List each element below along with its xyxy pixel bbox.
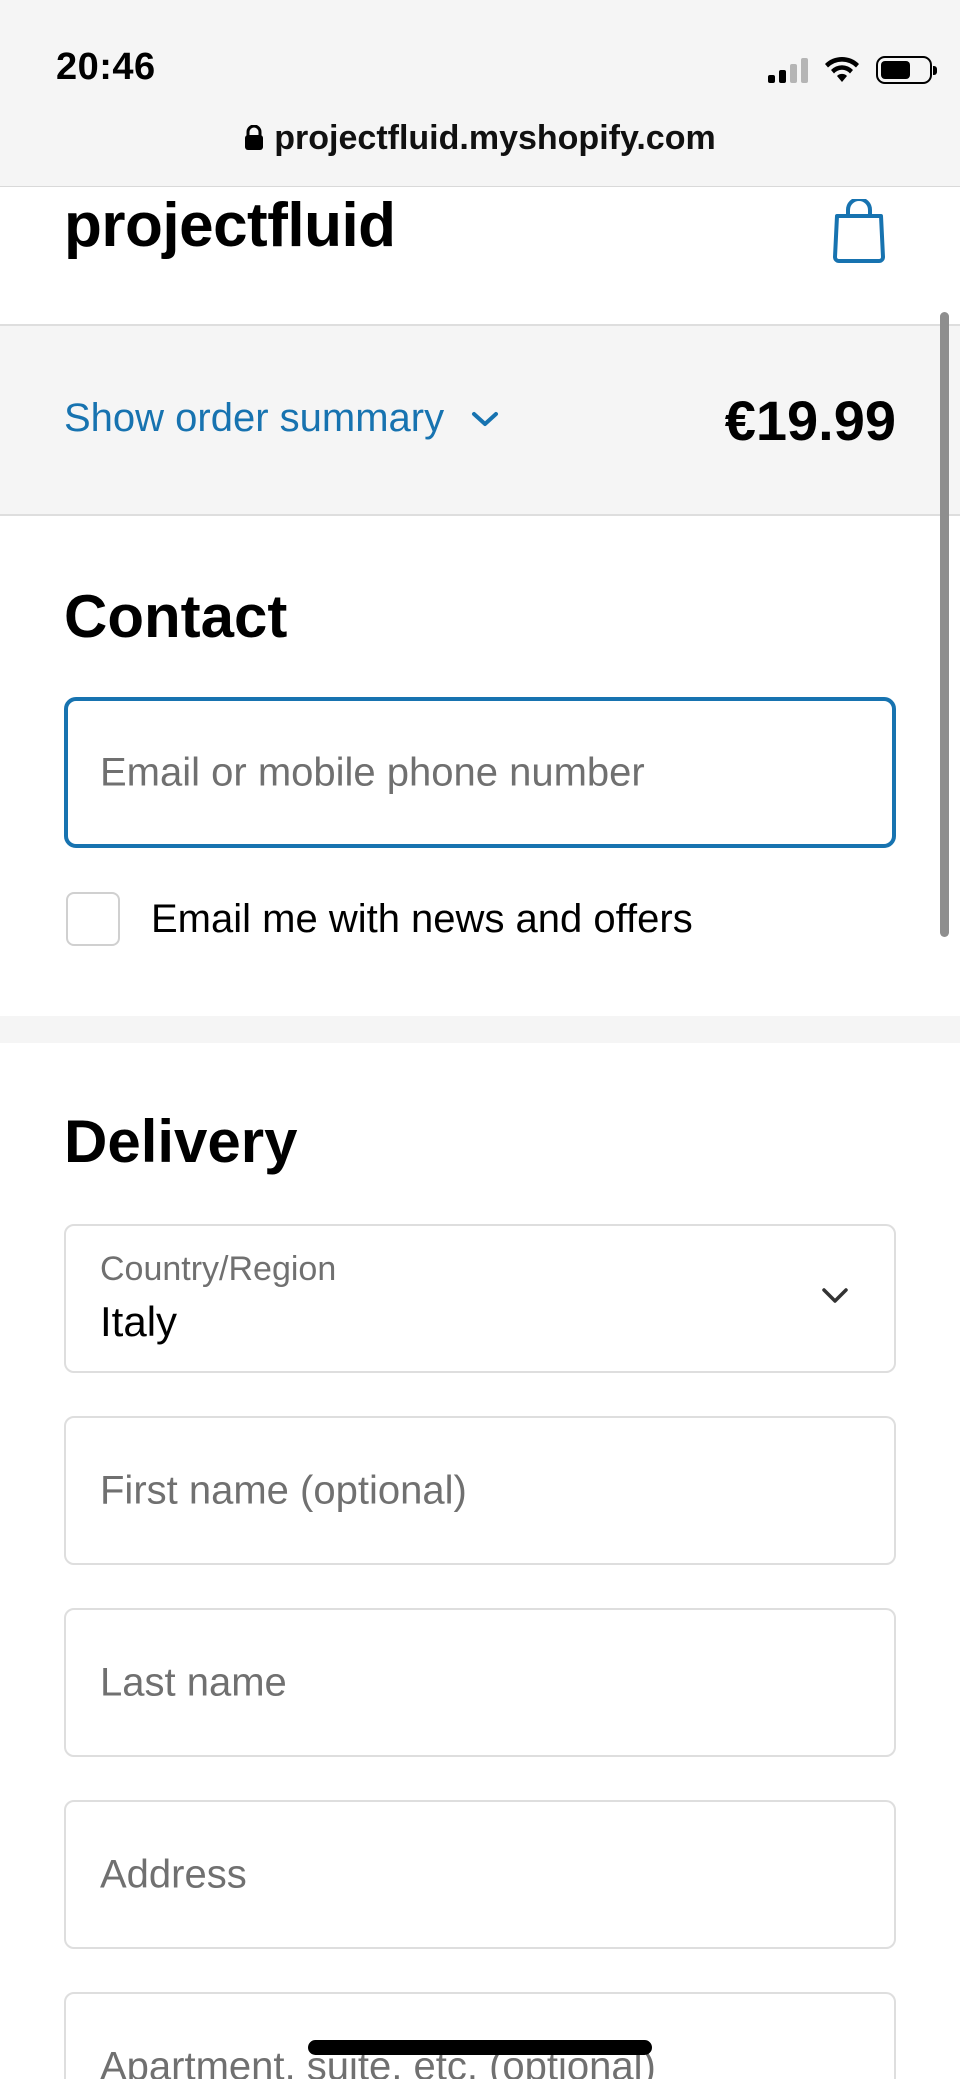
country-select-label: Country/Region: [100, 1250, 337, 1288]
show-order-summary-button[interactable]: Show order summary: [64, 396, 500, 441]
url-bar[interactable]: projectfluid.myshopify.com: [0, 116, 960, 160]
battery-icon: [876, 56, 937, 84]
chevron-down-icon: [822, 1288, 848, 1303]
chevron-down-icon: [472, 411, 499, 426]
home-indicator: [308, 2040, 652, 2055]
newsletter-checkbox[interactable]: [66, 892, 120, 946]
browser-chrome: 20:46 projectfluid.myshopify.com: [0, 0, 960, 187]
country-select[interactable]: Country/Region Italy: [64, 1224, 896, 1373]
last-name-field[interactable]: Last name: [64, 1608, 896, 1757]
wifi-icon: [825, 56, 859, 82]
first-name-placeholder: First name (optional): [100, 1468, 467, 1512]
order-total: €19.99: [724, 389, 896, 452]
email-field[interactable]: Email or mobile phone number: [64, 697, 896, 848]
cellular-signal-icon: [768, 57, 808, 83]
first-name-field[interactable]: First name (optional): [64, 1416, 896, 1565]
apartment-field[interactable]: Apartment, suite, etc. (optional): [64, 1992, 896, 2079]
section-divider: [0, 1016, 960, 1043]
country-select-value: Italy: [100, 1298, 178, 1345]
store-header: projectfluid: [0, 187, 960, 326]
shopping-bag-icon[interactable]: [832, 199, 886, 263]
status-icons: [768, 52, 937, 88]
address-placeholder: Address: [100, 1852, 247, 1896]
newsletter-label: Email me with news and offers: [151, 896, 693, 941]
lock-icon: [245, 125, 264, 150]
contact-heading: Contact: [64, 583, 288, 650]
order-summary-bar: Show order summary €19.99: [0, 326, 960, 516]
address-field[interactable]: Address: [64, 1800, 896, 1949]
newsletter-option[interactable]: Email me with news and offers: [66, 892, 693, 946]
scrollbar[interactable]: [940, 312, 949, 937]
url-text: projectfluid.myshopify.com: [274, 118, 716, 157]
delivery-heading: Delivery: [64, 1108, 298, 1175]
store-logo[interactable]: projectfluid: [64, 190, 396, 261]
last-name-placeholder: Last name: [100, 1660, 287, 1704]
checkout-page: 20:46 projectfluid.myshopify.com project…: [0, 0, 960, 2079]
order-summary-toggle-label: Show order summary: [64, 396, 445, 440]
status-time: 20:46: [56, 46, 156, 88]
email-placeholder: Email or mobile phone number: [100, 750, 645, 794]
